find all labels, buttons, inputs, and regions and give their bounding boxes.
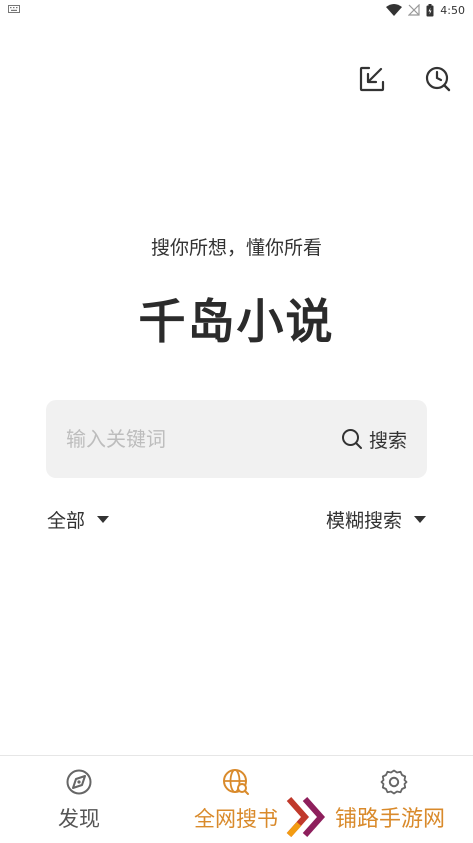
compass-icon (66, 769, 92, 795)
search-icon (341, 429, 362, 449)
clock-icon (425, 66, 451, 92)
nav-label-discover: 发现 (58, 807, 100, 831)
scope-dropdown-label: 全部 (47, 510, 86, 532)
app-title: 千岛小说 (138, 295, 335, 350)
match-mode-dropdown[interactable]: 模糊搜索 (326, 506, 427, 533)
gear-icon (380, 769, 408, 795)
signal-off-icon (408, 4, 420, 16)
status-bar: 4:50 (0, 0, 473, 20)
status-time: 4:50 (440, 3, 465, 17)
history-button[interactable] (423, 64, 453, 94)
caret-down-icon (97, 516, 110, 523)
search-button[interactable]: 搜索 (341, 400, 407, 478)
caret-down-icon (414, 516, 427, 523)
search-button-label: 搜索 (368, 429, 407, 452)
nav-item-discover[interactable]: 发现 (0, 756, 158, 843)
search-box: 搜索 (46, 400, 427, 478)
double-chevron-logo-icon (286, 797, 326, 837)
tagline: 搜你所想，懂你所看 (150, 237, 322, 259)
keyboard-icon (8, 5, 20, 13)
globe-search-icon (223, 769, 249, 795)
download-icon (359, 66, 385, 92)
watermark: 铺路手游网 (285, 795, 473, 839)
battery-icon (426, 3, 434, 16)
search-input[interactable] (66, 400, 316, 478)
wifi-icon (386, 4, 403, 16)
download-button[interactable] (357, 64, 387, 94)
match-mode-dropdown-label: 模糊搜索 (326, 510, 403, 532)
scope-dropdown[interactable]: 全部 (47, 506, 110, 533)
watermark-text: 铺路手游网 (335, 807, 446, 832)
